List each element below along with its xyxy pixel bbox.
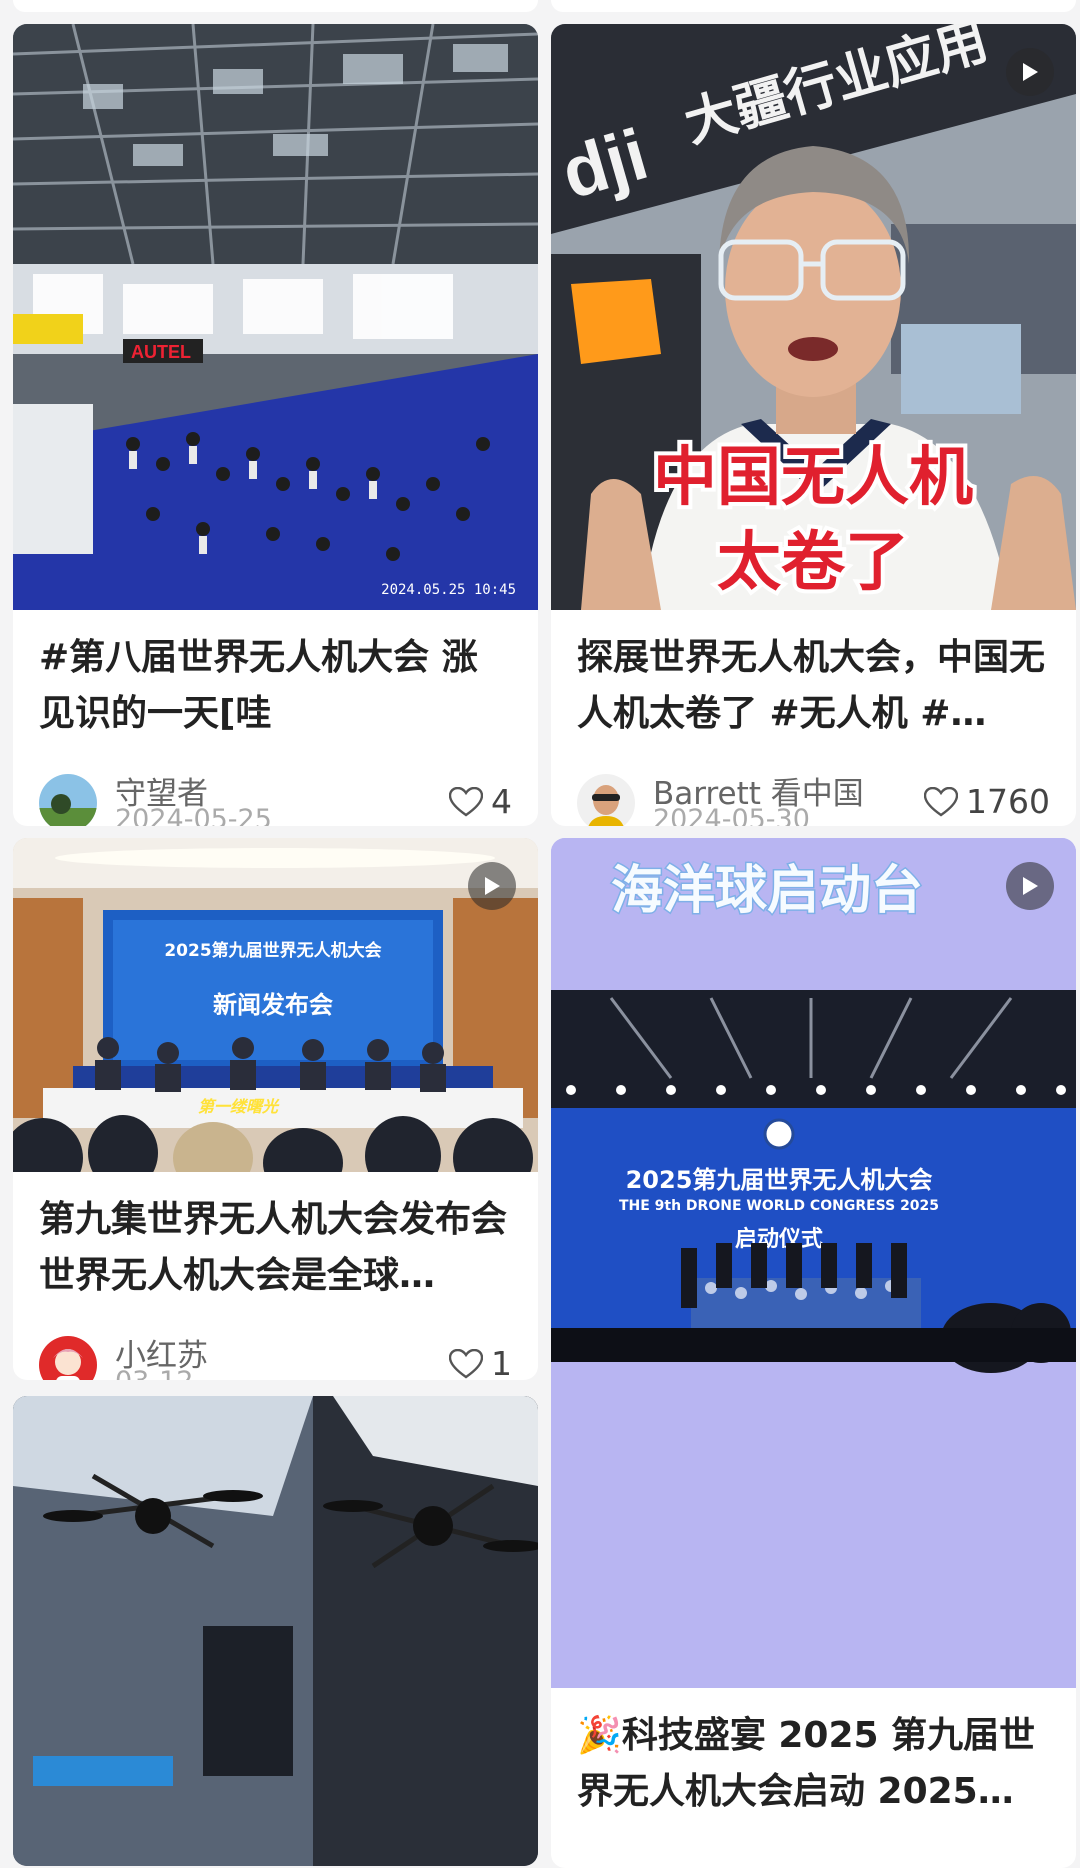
previous-card-stub[interactable] xyxy=(13,0,538,12)
photo-timestamp: 2024.05.25 10:45 xyxy=(381,582,516,598)
play-icon xyxy=(485,877,500,895)
feed-card-1[interactable]: AUTEL 2024.05.25 10:45 #第八届世界无人机大会 涨见识的一… xyxy=(13,24,538,826)
card-1-meta: 守望者 2024-05-25 4 xyxy=(13,760,538,826)
overlay-text-line1: 中国无人机 xyxy=(653,441,973,515)
like-count: 1760 xyxy=(966,782,1050,821)
stage-english-title: THE 9th DRONE WORLD CONGRESS 2025 xyxy=(619,1198,939,1214)
card-3-caption[interactable]: 第九集世界无人机大会发布会 世界无人机大会是全球… xyxy=(13,1172,538,1304)
overlay-text-layer: 中国无人机 太卷了 xyxy=(649,437,977,604)
play-button[interactable] xyxy=(1006,48,1054,96)
card-4-caption[interactable]: 🎉科技盛宴 2025 第九届世界无人机大会启动 2025… xyxy=(551,1688,1076,1820)
card-1-caption[interactable]: #第八届世界无人机大会 涨见识的一天[哇 xyxy=(13,610,538,742)
screen-subtitle: 新闻发布会 xyxy=(213,991,333,1019)
previous-card-stub[interactable] xyxy=(551,0,1076,12)
card-4-photo[interactable]: 海洋球启动台 2025第九届世界无人机大会 THE 9th DRONE WORL… xyxy=(551,838,1076,1688)
press-conference-image: 2025第九届世界无人机大会 新闻发布会 第一缕曙光 xyxy=(13,838,538,1172)
card-3-meta: 小红苏 03-12 1 xyxy=(13,1322,538,1380)
play-button[interactable] xyxy=(468,862,516,910)
drone-display-image xyxy=(13,1396,538,1866)
heart-icon xyxy=(449,786,483,816)
heart-icon xyxy=(449,1348,483,1378)
card-3-photo[interactable]: 2025第九届世界无人机大会 新闻发布会 第一缕曙光 xyxy=(13,838,538,1172)
card-2-photo[interactable]: dji 大疆行业应用 中国无人机 太卷了 xyxy=(551,24,1076,610)
post-date: 2024-05-30 xyxy=(653,804,810,826)
play-icon xyxy=(1023,877,1038,895)
stage-title: 2025第九届世界无人机大会 xyxy=(626,1166,933,1194)
exhibition-hall-image: AUTEL xyxy=(13,24,538,610)
like-count: 1 xyxy=(491,1344,512,1380)
avatar[interactable] xyxy=(39,1336,97,1380)
avatar[interactable] xyxy=(577,774,635,826)
card-5-photo[interactable] xyxy=(13,1396,538,1866)
card-1-photo[interactable]: AUTEL 2024.05.25 10:45 xyxy=(13,24,538,610)
like-count: 4 xyxy=(491,782,512,821)
overlay-text-line2: 太卷了 xyxy=(717,526,909,600)
feed-card-3[interactable]: 2025第九届世界无人机大会 新闻发布会 第一缕曙光 第九集世界无人机大会发布会… xyxy=(13,838,538,1380)
heart-icon xyxy=(924,786,959,816)
screen-title: 2025第九届世界无人机大会 xyxy=(164,940,381,961)
play-button[interactable] xyxy=(1006,862,1054,910)
feed-card-5[interactable] xyxy=(13,1396,538,1866)
avatar[interactable] xyxy=(39,774,97,826)
video-subtitle: 第一缕曙光 xyxy=(198,1097,280,1116)
stage-ceremony: 启动仪式 xyxy=(735,1226,823,1252)
play-icon xyxy=(1023,63,1038,81)
card-2-meta: Barrett 看中国 2024-05-30 1760 xyxy=(551,760,1076,826)
post-date: 03-12 xyxy=(115,1366,193,1380)
card-2-caption[interactable]: 探展世界无人机大会，中国无人机太卷了 #无人机 #… xyxy=(551,610,1076,742)
like-button[interactable]: 1 xyxy=(449,1344,512,1380)
feed-card-4[interactable]: 海洋球启动台 2025第九届世界无人机大会 THE 9th DRONE WORL… xyxy=(551,838,1076,1868)
post-date: 2024-05-25 xyxy=(115,804,272,826)
feed-card-2[interactable]: dji 大疆行业应用 中国无人机 太卷了 探展世界无人机大会，中国无人机太卷了 … xyxy=(551,24,1076,826)
autel-sign: AUTEL xyxy=(131,342,191,362)
launch-ceremony-image: 海洋球启动台 2025第九届世界无人机大会 THE 9th DRONE WORL… xyxy=(551,838,1076,1688)
like-button[interactable]: 4 xyxy=(449,782,512,821)
like-button[interactable]: 1760 xyxy=(924,782,1050,821)
banner-title: 海洋球启动台 xyxy=(611,861,923,921)
